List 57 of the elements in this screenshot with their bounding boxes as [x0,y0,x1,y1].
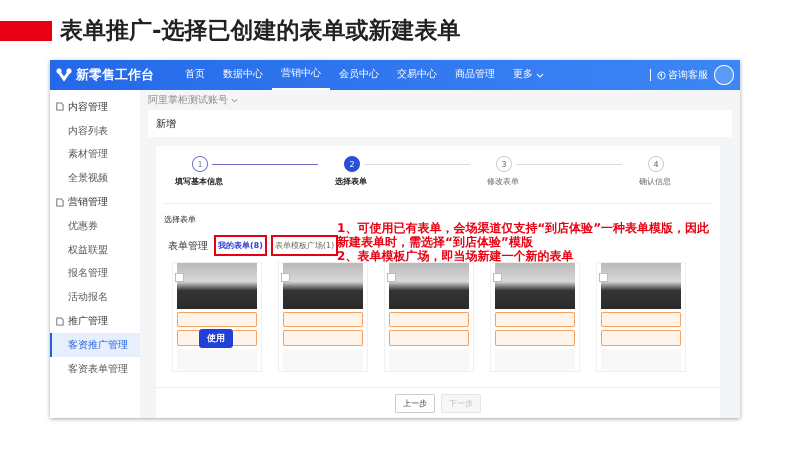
document-icon [55,316,64,326]
chevron-down-icon [231,98,238,102]
slide-title: 表单推广-选择已创建的表单或新建表单 [60,16,461,46]
nav-tab[interactable]: 更多 [504,60,553,90]
step-label: 确认信息 [638,176,672,187]
document-icon [55,198,64,207]
form-manage-label: 表单管理 [168,240,208,252]
step-number: 1 [192,156,208,172]
form-template-card[interactable] [490,262,580,372]
checkbox[interactable] [281,273,290,282]
nav-tab[interactable]: 交易中心 [388,60,446,90]
nav-tab[interactable]: 会员中心 [330,60,388,90]
annotation-text: 1、可使用已有表单，会场渠道仅支持“到店体验”一种表单模版，因此新建表单时，需选择“到店体验”模版 [337,221,710,249]
section-title: 选择表单 [164,214,197,225]
sidebar-group[interactable]: 推广管理 [50,309,140,333]
step-label: 填写基本信息 [174,176,224,187]
logo-icon [56,68,72,82]
form-template-card[interactable] [596,262,686,372]
form-template-card[interactable] [384,262,474,372]
form-template-card[interactable]: 使用 [172,262,262,372]
sidebar-group[interactable]: 营销管理 [50,190,140,214]
avatar[interactable] [714,65,734,85]
checkbox[interactable] [387,273,396,282]
sidebar-group[interactable]: 内容管理 [50,95,140,119]
sidebar-item[interactable]: 客资推广管理 [50,332,140,357]
sidebar-item[interactable]: 全景视频 [50,166,140,190]
use-button[interactable]: 使用 [199,329,233,348]
form-tab[interactable]: 我的表单(8) [214,235,267,256]
sidebar-item[interactable]: 优惠券 [50,214,140,238]
page-title: 新增 [156,118,176,130]
checkbox[interactable] [599,273,608,282]
document-icon [55,102,64,112]
step-label: 选择表单 [334,176,368,187]
step-button[interactable]: 上一步 [395,394,435,412]
step-number: 3 [496,156,512,172]
form-template-card[interactable] [278,262,368,372]
nav-tab[interactable]: 营销中心 [272,60,330,90]
chevron-down-icon [536,72,544,78]
nav-tab[interactable]: 首页 [176,60,214,90]
step-number: 2 [344,156,360,172]
sidebar-item[interactable]: 活动报名 [50,285,140,310]
checkbox[interactable] [493,273,502,282]
sidebar-item[interactable]: 报名管理 [50,262,140,286]
form-tab[interactable]: 表单模板广场(1) [270,235,338,256]
customer-service-link[interactable]: 咨询客服 [657,68,708,82]
annotation-text: 2、表单模板广场，即当场新建一个新的表单 [337,249,574,263]
sidebar-item[interactable]: 素材管理 [50,142,140,166]
step-label: 修改表单 [486,176,520,187]
sidebar-item[interactable]: 客资表单管理 [50,356,140,381]
nav-tab[interactable]: 商品管理 [446,60,504,90]
sidebar-item[interactable]: 内容列表 [50,118,140,143]
nav-tab[interactable]: 数据中心 [214,60,272,90]
accent-bar [0,21,52,41]
step-number: 4 [648,156,664,172]
checkbox[interactable] [175,273,184,282]
app-name: 新零售工作台 [76,66,154,84]
sidebar-item[interactable]: 权益联盟 [50,238,140,262]
